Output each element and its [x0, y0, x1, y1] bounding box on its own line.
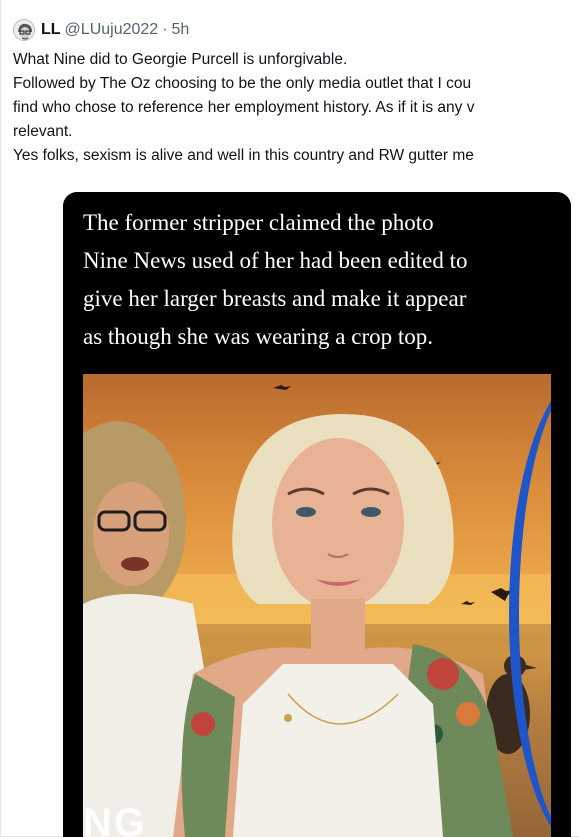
caption-line: Nine News used of her had been edited to	[83, 248, 468, 273]
avatar[interactable]	[13, 19, 35, 41]
tweet-text-line: What Nine did to Georgie Purcell is unfo…	[13, 51, 348, 68]
caption-line: The former stripper claimed the photo	[83, 210, 434, 235]
tweet-media-image[interactable]: The former stripper claimed the photo Ni…	[63, 192, 571, 837]
author-name[interactable]: LL	[41, 21, 61, 39]
timestamp[interactable]: 5h	[172, 21, 190, 39]
author-handle[interactable]: @LUuju2022	[65, 21, 159, 39]
image-caption: The former stripper claimed the photo Ni…	[83, 204, 563, 356]
tweet-text-line: Followed by The Oz choosing to be the on…	[13, 75, 472, 92]
tweet-header: LL @LUuju2022 · 5h	[13, 18, 189, 42]
tweet-text-line: Yes folks, sexism is alive and well in t…	[13, 147, 474, 164]
news-banner-text: NG	[83, 801, 147, 837]
tweet-text-line: relevant.	[13, 123, 73, 140]
news-photo: NG	[83, 374, 551, 837]
caption-line: as though she was wearing a crop top.	[83, 324, 434, 349]
tweet-card[interactable]: LL @LUuju2022 · 5h What Nine did to Geor…	[0, 0, 579, 837]
caption-line: give her larger breasts and make it appe…	[83, 286, 467, 311]
tweet-text: What Nine did to Georgie Purcell is unfo…	[13, 48, 579, 168]
photo-illustration	[83, 385, 551, 837]
tweet-text-line: find who chose to reference her employme…	[13, 99, 475, 116]
separator-dot: ·	[162, 21, 168, 38]
